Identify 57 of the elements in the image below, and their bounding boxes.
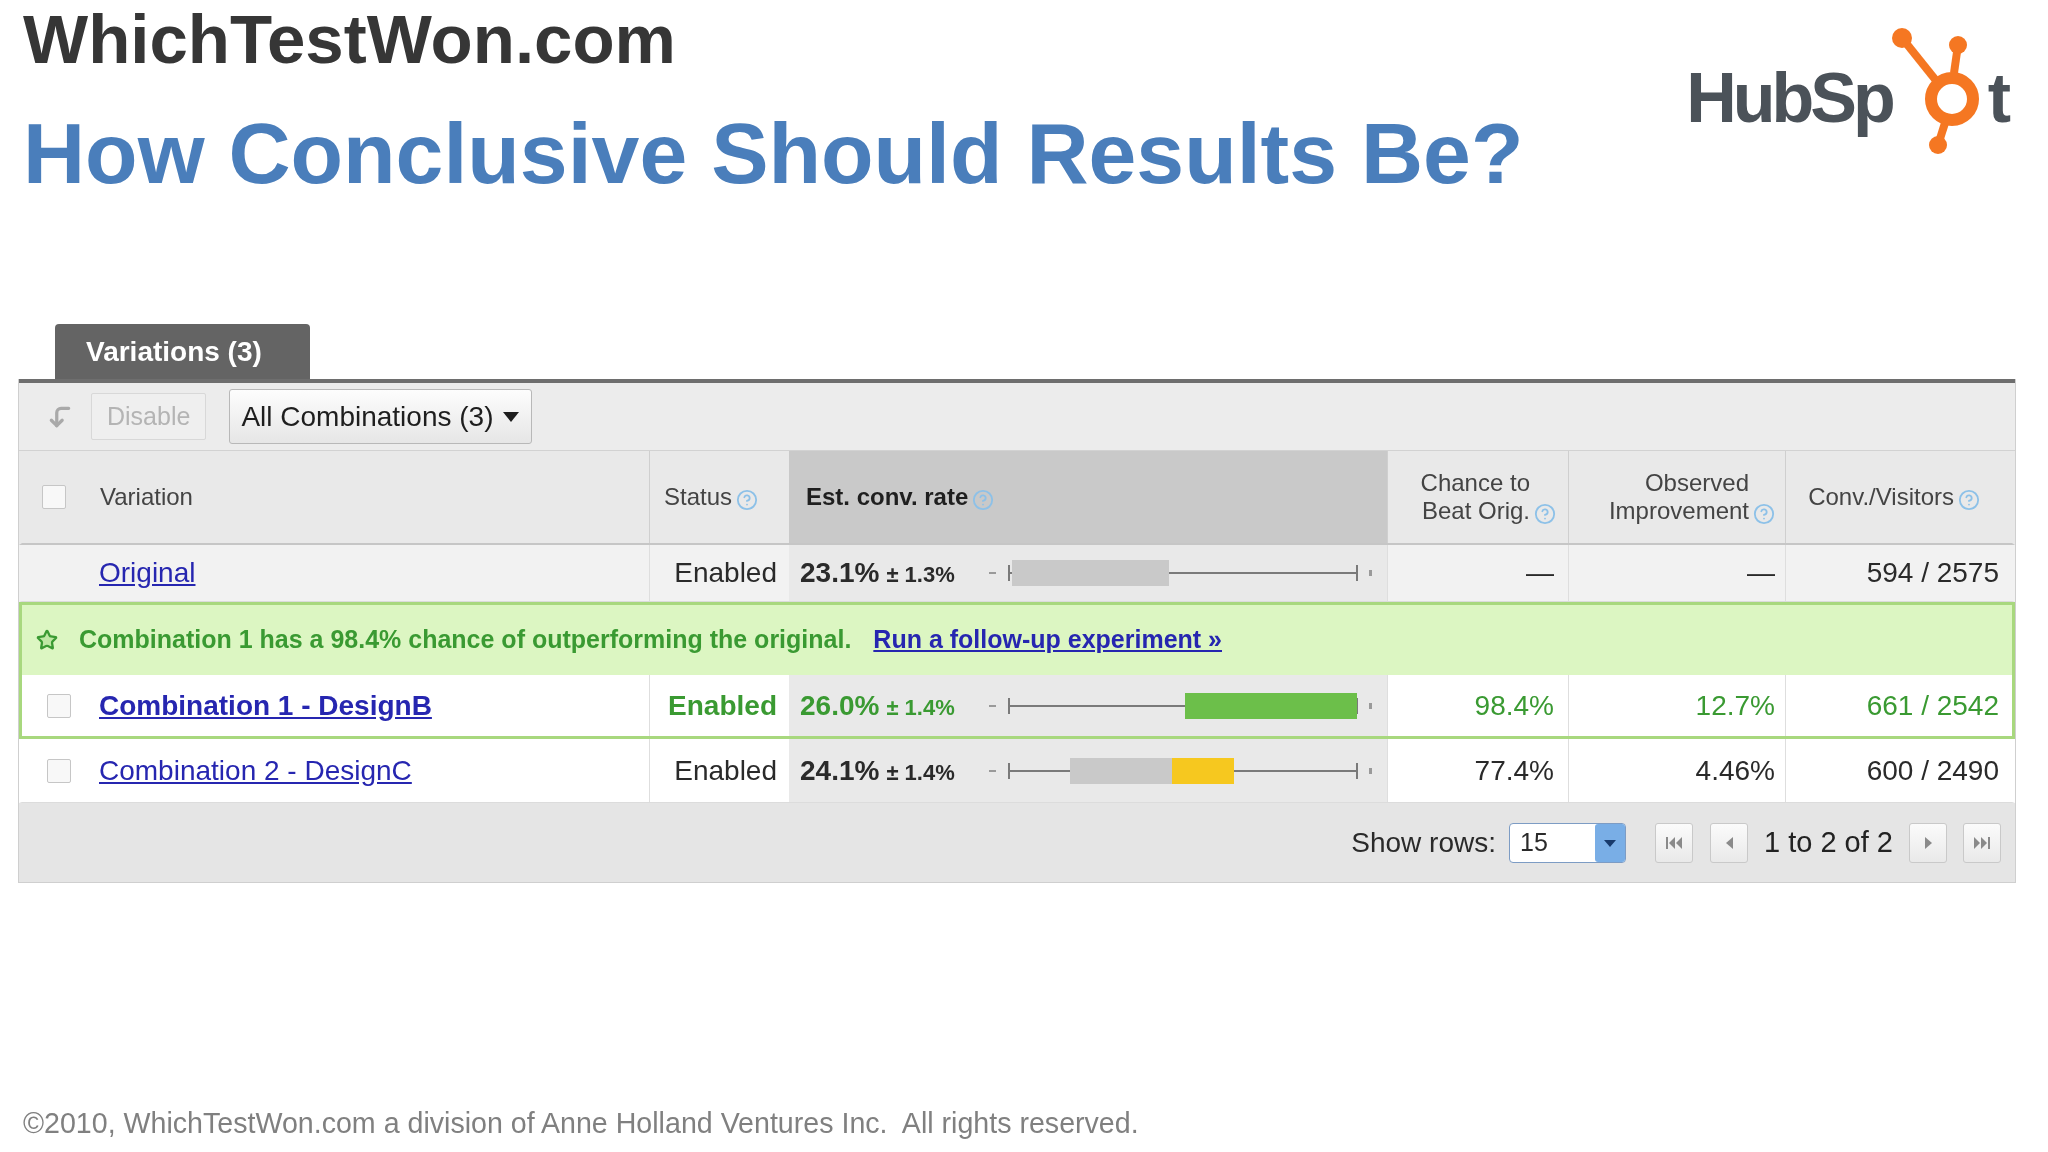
logo-text: t [1987, 62, 2011, 134]
conversion-rate: 23.1% [800, 556, 880, 590]
filter-dropdown[interactable]: All Combinations (3) [229, 389, 533, 444]
next-page-button[interactable] [1909, 822, 1947, 863]
sprocket-icon [1891, 28, 1980, 155]
banner-message: Combination 1 has a 98.4% chance of outperforming the original. [79, 624, 852, 656]
help-icon[interactable] [1753, 503, 1775, 525]
margin-of-error: ± 1.4% [886, 758, 955, 787]
column-header[interactable]: Est. conv. rate [806, 483, 969, 511]
help-icon[interactable] [972, 489, 995, 511]
triangle-right-icon [1924, 836, 1932, 849]
column-header[interactable]: Variation [100, 483, 193, 511]
improvement-value: 12.7% [1695, 688, 1775, 723]
chance-value: — [1526, 556, 1554, 590]
checkbox[interactable] [47, 693, 71, 718]
help-icon[interactable] [736, 489, 759, 511]
previous-page-button[interactable] [1710, 822, 1748, 863]
triangle-left-icon [1725, 836, 1733, 849]
checkbox[interactable] [47, 758, 71, 783]
improvement-value: — [1747, 556, 1775, 590]
margin-of-error: ± 1.3% [886, 561, 955, 589]
help-icon[interactable] [1534, 503, 1556, 525]
conversions-value: 594 / 2575 [1866, 556, 1999, 590]
chance-value: 98.4% [1474, 688, 1554, 723]
variation-link[interactable]: Combination 1 - DesignB [99, 689, 432, 722]
variation-link[interactable]: Combination 2 - DesignC [99, 754, 412, 787]
site-name: WhichTestWon.com [23, 0, 676, 80]
page-range-text: 1 to 2 of 2 [1764, 824, 1893, 860]
column-header[interactable]: Chance to Beat Orig. [1388, 469, 1530, 525]
column-header[interactable]: Status [664, 483, 733, 511]
rows-label: Show rows: [1351, 825, 1496, 860]
chance-value: 77.4% [1474, 753, 1554, 788]
conversion-rate: 24.1% [800, 753, 880, 788]
caret-icon [503, 411, 520, 422]
conversions-value: 661 / 2542 [1866, 688, 1999, 723]
star-icon [36, 629, 58, 651]
variation-link[interactable]: Original [99, 557, 196, 589]
status-text: Enabled [674, 556, 777, 590]
tab[interactable]: Variations (3) [55, 324, 310, 379]
column-header[interactable]: Conv./Visitors [1808, 483, 1954, 511]
checkbox[interactable] [42, 485, 66, 509]
conversions-value: 600 / 2490 [1866, 753, 1999, 788]
first-page-button[interactable] [1655, 822, 1693, 863]
skip-end-icon [1974, 836, 1990, 849]
status-text: Enabled [674, 753, 777, 788]
improvement-value: 4.46% [1695, 753, 1775, 788]
last-page-button[interactable] [1963, 822, 2001, 863]
follow-up-link[interactable]: Run a follow-up experiment » [873, 621, 1222, 659]
rows-per-page-select[interactable]: 15 [1509, 822, 1626, 863]
column-header[interactable]: Observed Improvement [1569, 469, 1749, 525]
page-title: How Conclusive Should Results Be? [23, 104, 1524, 203]
conversion-rate: 26.0% [800, 688, 880, 723]
margin-of-error: ± 1.4% [886, 693, 955, 722]
skip-start-icon [1666, 836, 1682, 849]
help-icon[interactable] [1958, 489, 1980, 511]
copyright-notice: ©2010, WhichTestWon.com a division of Anne Holland Ventures Inc. All rights reserved. [23, 1107, 1139, 1139]
status-text: Enabled [668, 688, 777, 723]
